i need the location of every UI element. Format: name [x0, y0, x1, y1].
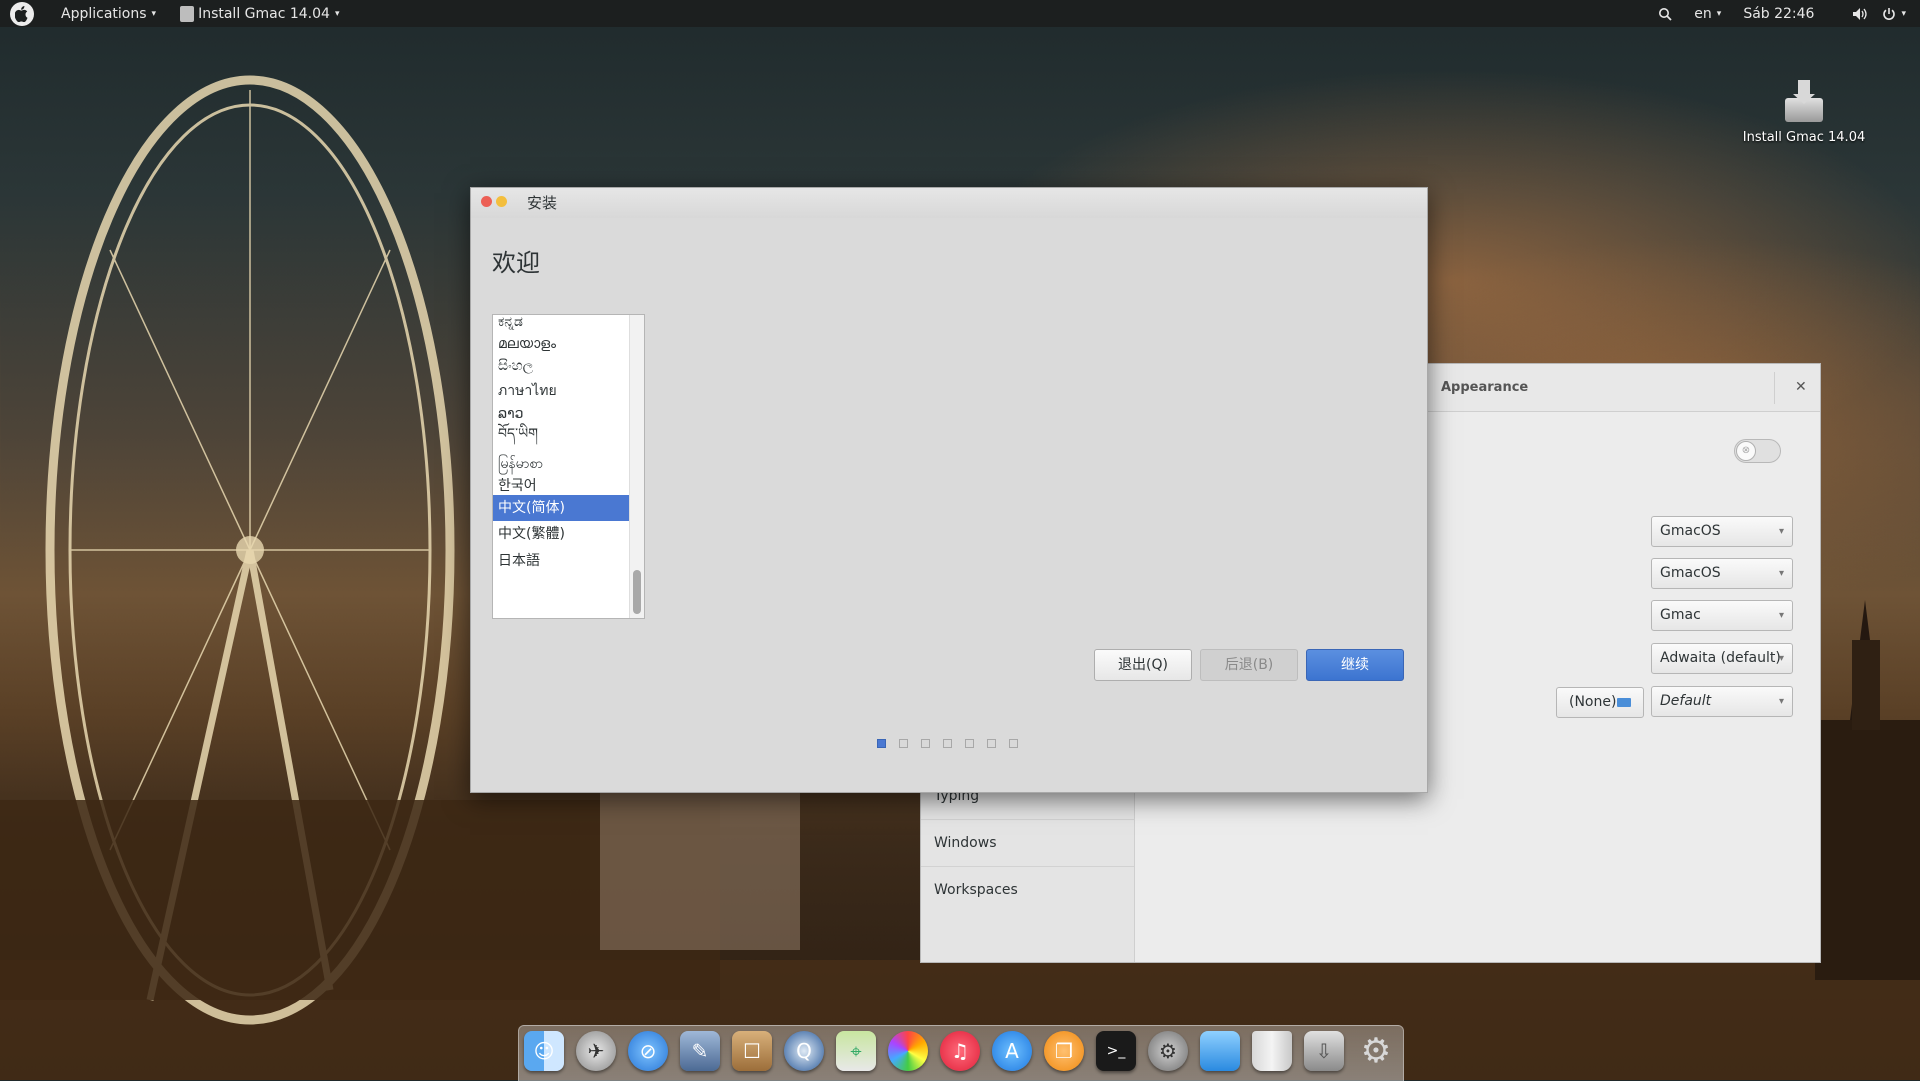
back-button[interactable]: 后退(B): [1200, 649, 1298, 681]
itunes-icon[interactable]: ♫: [940, 1031, 980, 1071]
step-dot: [899, 739, 908, 748]
chevron-down-icon: ▾: [334, 8, 340, 19]
applications-menu[interactable]: Applications ▾: [61, 0, 156, 27]
speaker-icon[interactable]: [1852, 0, 1868, 27]
language-list-scrollbar[interactable]: [629, 315, 644, 618]
step-dot: [965, 739, 974, 748]
chevron-down-icon: ▾: [1716, 8, 1722, 19]
keyboard-layout-indicator[interactable]: en ▾: [1694, 0, 1721, 27]
appearance-title: Appearance: [1441, 380, 1529, 395]
sidebar-item-label: Windows: [934, 835, 997, 851]
list-item[interactable]: 日本語: [493, 548, 629, 574]
preview-icon[interactable]: ✎: [680, 1031, 720, 1071]
clock-label: Sáb 22:46: [1743, 5, 1815, 22]
icon-theme-select[interactable]: GmacOS ▾: [1651, 558, 1793, 589]
files-icon[interactable]: [1200, 1031, 1240, 1071]
settings-gear-icon[interactable]: ⚙: [1356, 1031, 1396, 1071]
installer-titlebar: 安装: [471, 188, 1427, 218]
minimize-dot-icon[interactable]: [496, 196, 507, 207]
cursor-theme-select[interactable]: Adwaita (default) ▾: [1651, 643, 1793, 674]
background-file-button[interactable]: (None): [1556, 687, 1644, 718]
chevron-down-icon: ▾: [151, 8, 157, 19]
chevron-down-icon: ▾: [1778, 526, 1784, 537]
step-dot: [921, 739, 930, 748]
trash-icon[interactable]: [1252, 1031, 1292, 1071]
close-x-icon[interactable]: ✕: [1795, 364, 1807, 411]
finder-icon[interactable]: ☺: [524, 1031, 564, 1071]
icon-theme-select-value: GmacOS: [1660, 565, 1721, 581]
system-preferences-icon[interactable]: ⚙: [1148, 1031, 1188, 1071]
ibooks-icon[interactable]: ❐: [1044, 1031, 1084, 1071]
step-indicator: [877, 739, 1031, 749]
installer-title: 安装: [527, 194, 558, 212]
power-icon[interactable]: ▾: [1882, 0, 1906, 27]
maps-icon[interactable]: ⌖: [836, 1031, 876, 1071]
installer-drive-icon[interactable]: ⇩: [1304, 1031, 1344, 1071]
installer-drive-icon: [1785, 80, 1823, 124]
clock[interactable]: Sáb 22:46: [1743, 0, 1814, 27]
photos-icon[interactable]: [888, 1031, 928, 1071]
page-heading: 欢迎: [492, 249, 540, 277]
desktop-installer-shortcut[interactable]: Install Gmac 14.04: [1738, 80, 1870, 145]
list-item[interactable]: བོད་ཡིག: [493, 421, 629, 447]
step-dot: [1009, 739, 1018, 748]
theme-select-value: GmacOS: [1660, 523, 1721, 539]
global-dark-theme-switch[interactable]: ⊗: [1734, 439, 1781, 463]
chevron-down-icon: ▾: [1901, 8, 1906, 19]
step-dot: [987, 739, 996, 748]
installer-drive-icon: [180, 5, 195, 22]
sidebar-item-windows[interactable]: Windows: [921, 819, 1134, 866]
chevron-down-icon: ▾: [1778, 610, 1784, 621]
keyboard-layout-label: en: [1694, 5, 1712, 22]
list-item-selected[interactable]: 中文(简体): [493, 495, 629, 521]
folder-icon: [1617, 698, 1631, 707]
quicktime-icon[interactable]: Q: [784, 1031, 824, 1071]
chevron-down-icon: ▾: [1778, 568, 1784, 579]
list-item[interactable]: 中文(繁體): [493, 521, 629, 547]
background-mode-select-value: Default: [1660, 693, 1712, 709]
desktop-icon-label: Install Gmac 14.04: [1742, 130, 1866, 145]
window-menu-label: Install Gmac 14.04: [198, 5, 330, 22]
toggle-knob: ⊗: [1736, 441, 1756, 461]
contacts-book-icon[interactable]: ☐: [732, 1031, 772, 1071]
scrollbar-thumb[interactable]: [633, 570, 641, 614]
sidebar-item-workspaces[interactable]: Workspaces: [921, 866, 1134, 913]
shell-theme-select[interactable]: Gmac ▾: [1651, 600, 1793, 631]
quit-button[interactable]: 退出(Q): [1094, 649, 1192, 681]
sidebar-item-label: Workspaces: [934, 882, 1018, 898]
top-panel: Applications ▾ Install Gmac 14.04 ▾ en ▾ Sá…: [0, 0, 1920, 27]
theme-select[interactable]: GmacOS ▾: [1651, 516, 1793, 547]
file-button-label: (None): [1569, 694, 1617, 710]
shell-theme-select-value: Gmac: [1660, 607, 1701, 623]
continue-button[interactable]: 继续: [1306, 649, 1404, 681]
background-mode-select[interactable]: Default ▾: [1651, 686, 1793, 717]
launchpad-rocket-icon[interactable]: ✈: [576, 1031, 616, 1071]
close-dot-icon[interactable]: [481, 196, 492, 207]
terminal-icon[interactable]: >_: [1096, 1031, 1136, 1071]
app-store-icon[interactable]: A: [992, 1031, 1032, 1071]
magnifier-icon[interactable]: [1658, 0, 1672, 27]
list-item[interactable]: සිංහල: [493, 353, 629, 379]
window-menu[interactable]: Install Gmac 14.04 ▾: [180, 0, 339, 27]
step-dot: [877, 739, 886, 748]
apple-logo-icon[interactable]: [10, 1, 34, 26]
step-dot: [943, 739, 952, 748]
language-list[interactable]: ಕನ್ನಡ മലയാളം සිංහල ภาษาไทย ລາວ བོད་ཡིག မ…: [492, 314, 645, 619]
safari-compass-icon[interactable]: ⊘: [628, 1031, 668, 1071]
applications-label: Applications: [61, 5, 147, 22]
chevron-down-icon: ▾: [1778, 696, 1784, 707]
header-separator: [1774, 372, 1775, 404]
installer-window: 安装 欢迎 ಕನ್ನಡ മലയാളം සිංහල ภาษาไทย ລາວ བོད…: [470, 187, 1428, 793]
cursor-theme-select-value: Adwaita (default): [1660, 650, 1781, 666]
chevron-down-icon: ▾: [1778, 653, 1784, 664]
